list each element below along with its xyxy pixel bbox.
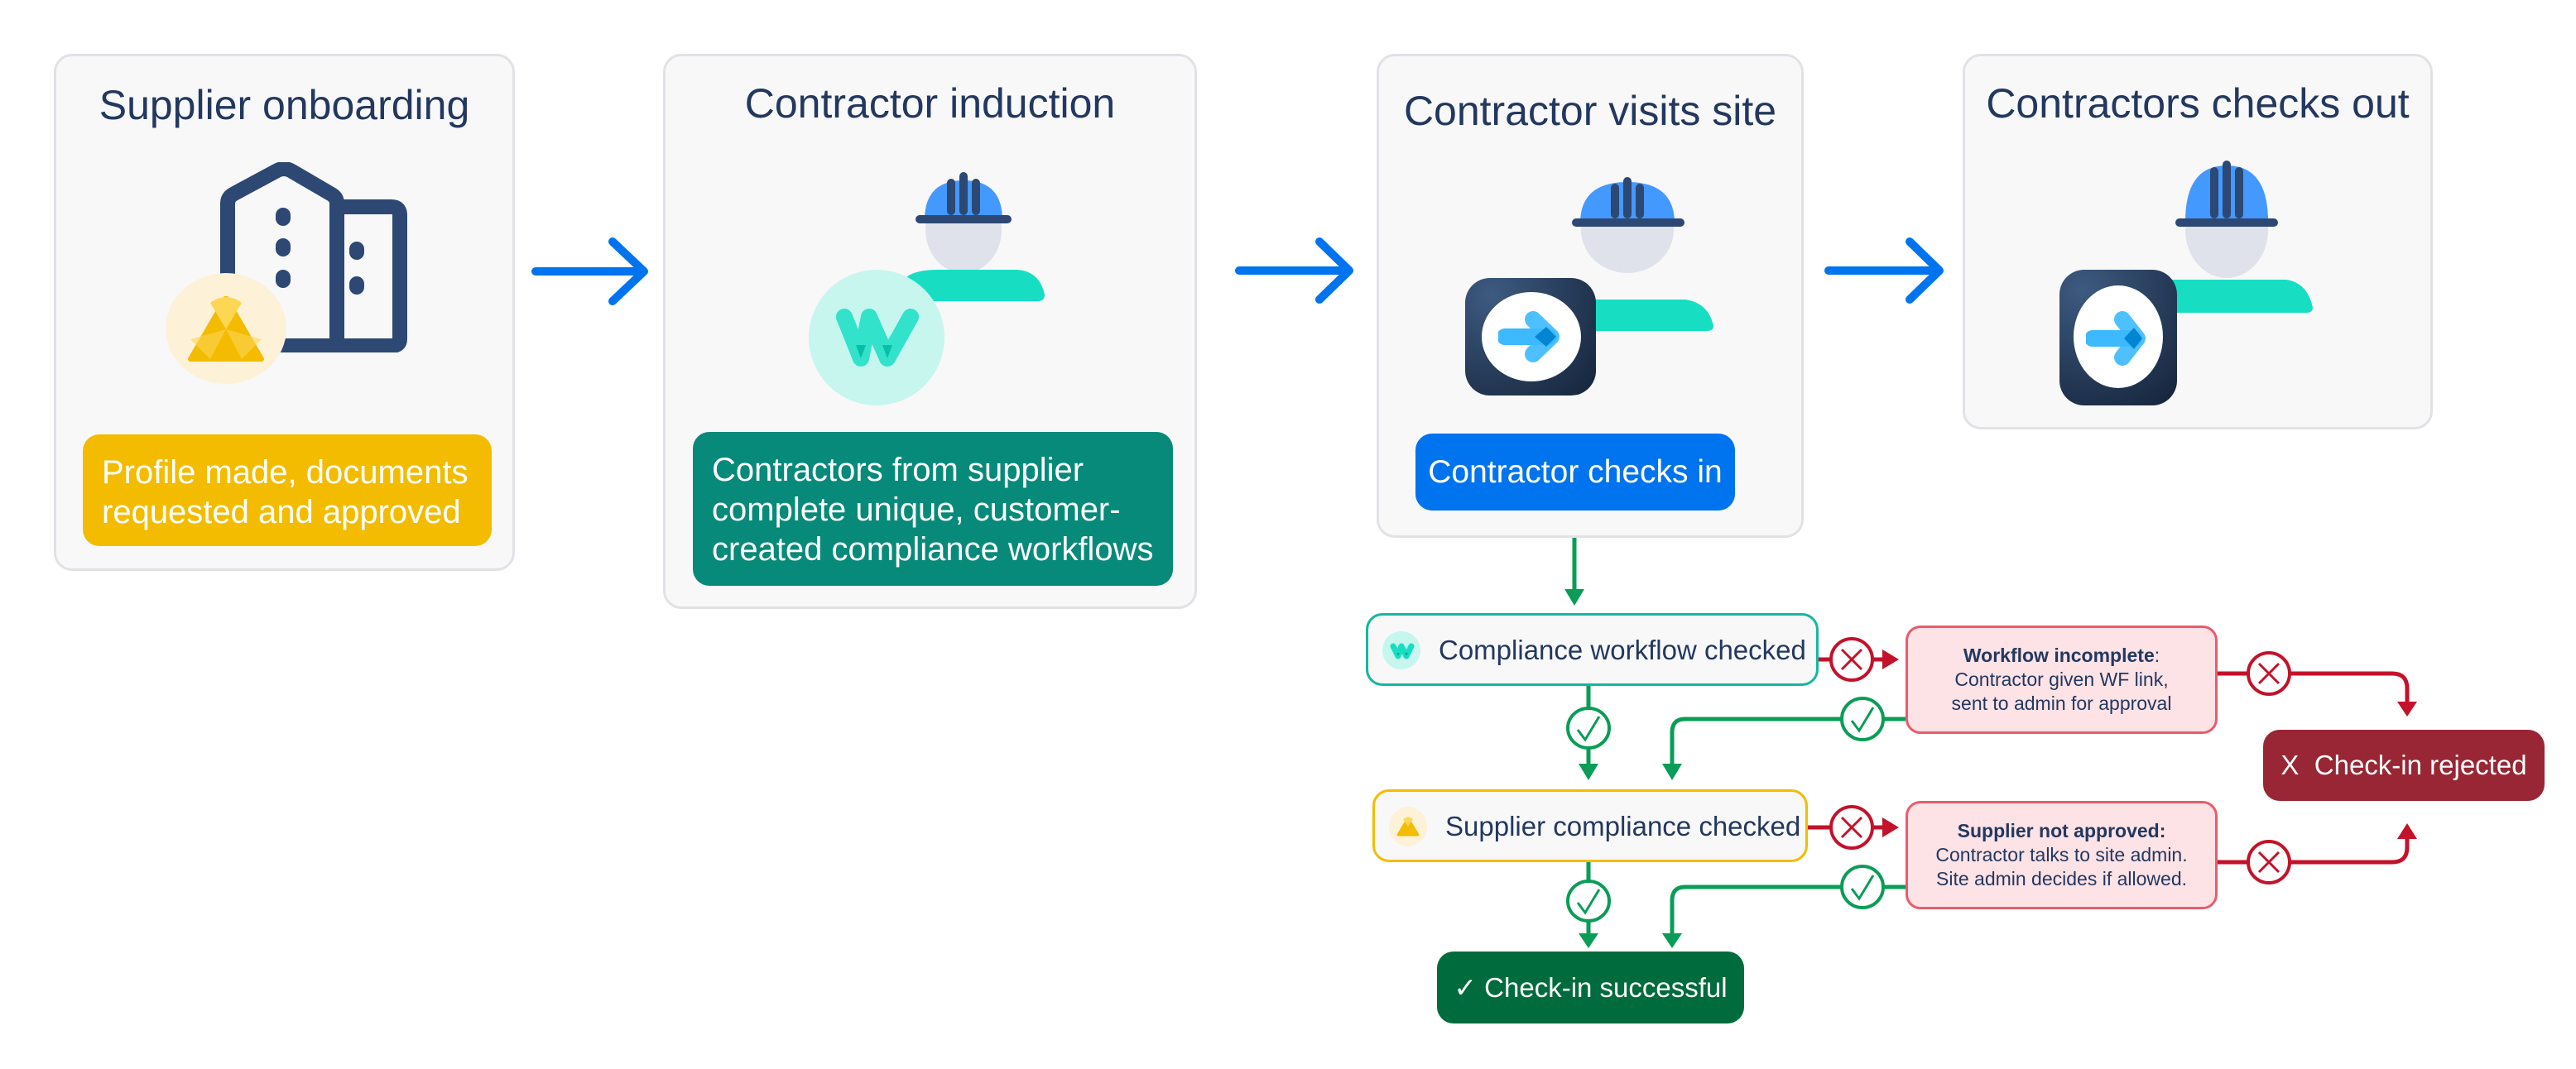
- check-circle-icon: [1566, 707, 1611, 750]
- supplier-compliance-check-node: Supplier compliance checked: [1372, 789, 1808, 862]
- note-line: Contractor talks to site admin.: [1935, 844, 2188, 865]
- note-line: sent to admin for approval: [1951, 693, 2172, 714]
- check-circle-icon: [1840, 865, 1885, 909]
- note-title: Workflow incomplete: [1963, 645, 2155, 666]
- stage-arrow-2: [1235, 237, 1353, 304]
- flow-arrow-workflow-pass: [1566, 685, 1611, 780]
- flow-arrow-workflow-approved: [1662, 697, 1906, 780]
- flow-arrow-workflow-fail: [1818, 637, 1899, 682]
- note-line: Contractor given WF link,: [1954, 669, 2169, 690]
- flow-arrow-supplier-allowed: [1662, 865, 1906, 948]
- note-title: Supplier not approved:: [1957, 820, 2166, 841]
- stage-arrow-3: [1824, 237, 1944, 304]
- flow-arrow-workflow-rejected: [2217, 651, 2417, 717]
- node-label: Supplier compliance checked: [1445, 811, 1801, 841]
- flow-arrow-checkin-to-workflow: [1564, 538, 1584, 606]
- note-heading: Workflow incomplete:: [1908, 644, 2215, 668]
- supplier-not-approved-note: Supplier not approved: Contractor talks …: [1906, 801, 2218, 909]
- outcome-label: ✓ Check-in successful: [1454, 972, 1728, 1003]
- workflow-incomplete-note: Workflow incomplete: Contractor given WF…: [1906, 626, 2218, 734]
- flow-arrow-supplier-pass: [1566, 861, 1611, 948]
- note-title-suffix: :: [2154, 645, 2160, 666]
- supplier-triangle-logo-icon: [1396, 817, 1420, 837]
- check-in-successful-outcome: ✓ Check-in successful: [1437, 952, 1744, 1023]
- check-circle-icon: [1566, 880, 1611, 923]
- note-line: Site admin decides if allowed.: [1936, 868, 2187, 889]
- check-in-rejected-outcome: X Check-in rejected: [2263, 730, 2545, 801]
- flow-arrow-supplier-fail: [1807, 805, 1899, 850]
- flow-arrow-supplier-rejected: [2217, 823, 2417, 884]
- check-circle-icon: [1840, 697, 1885, 741]
- workflow-w-logo-icon: [1390, 643, 1415, 659]
- node-label: Compliance workflow checked: [1439, 635, 1806, 665]
- stage-arrow-1: [531, 237, 648, 305]
- outcome-label: X Check-in rejected: [2280, 750, 2527, 780]
- compliance-workflow-check-node: Compliance workflow checked: [1366, 613, 1819, 686]
